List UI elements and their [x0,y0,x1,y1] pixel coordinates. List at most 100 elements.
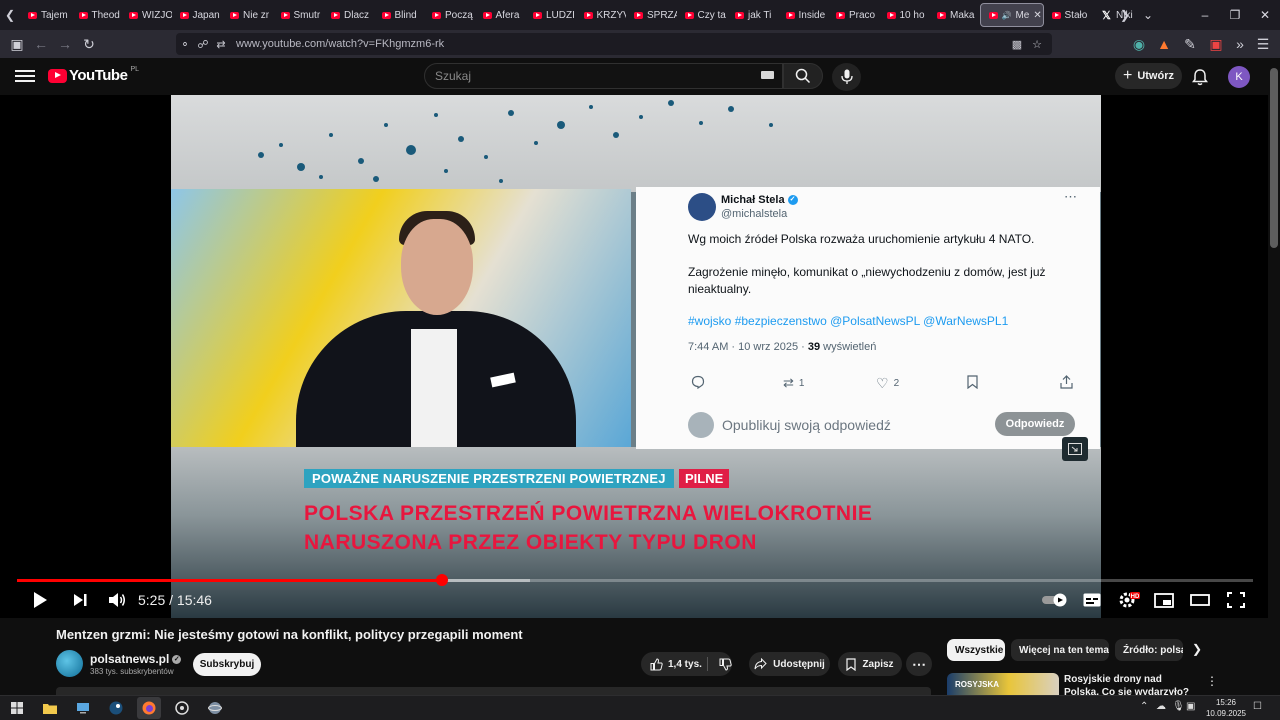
browser-tab[interactable]: Maka [929,3,980,27]
reload-button[interactable]: ↻ [78,33,100,55]
browser-tab[interactable]: 10 ho [879,3,930,27]
audio-playing-icon[interactable]: 🔊 [1002,11,1012,20]
browser-tab[interactable]: WIZJO [121,3,172,27]
more-actions-button[interactable]: ⋯ [906,652,932,676]
tabs-scroll-right-icon[interactable]: ❯ [1115,0,1135,30]
channel-avatar[interactable] [56,650,83,677]
progress-bar[interactable] [17,574,1253,586]
subscribe-button[interactable]: Subskrybuj [193,653,261,676]
youtube-play-logo-icon [48,68,67,83]
share-button[interactable]: Udostępnij [749,652,830,676]
browser-tab[interactable]: Blind [374,3,425,27]
sidebar-toggle-icon[interactable]: ▣ [6,33,28,55]
recommended-title[interactable]: Rosyjskie drony nad Polską. Co się wydar… [1064,673,1199,695]
mute-button[interactable] [104,588,130,612]
extension-badge-icon[interactable]: ▣ [1205,33,1227,55]
browser-tab[interactable]: Theod [71,3,122,27]
video-player[interactable]: Michał Stela ✓ @michalstela ⋯ Wg moich źr… [0,95,1268,618]
computer-app-icon[interactable] [71,697,95,719]
close-window-button[interactable]: ✕ [1250,0,1280,30]
theater-mode-button[interactable] [1187,588,1213,612]
notifications-icon[interactable]: ☐ [1253,701,1262,712]
browser-tab[interactable]: Praco [828,3,879,27]
tray-overflow-icon[interactable]: ⌃ [1140,701,1148,712]
tabs-scroll-left-icon[interactable]: ❮ [0,0,20,30]
forward-button[interactable]: → [54,33,76,55]
fullscreen-button[interactable] [1223,588,1249,612]
browser-tab[interactable]: KRZYV [576,3,626,27]
permissions-icon[interactable]: ⇄ [212,38,230,51]
browser-tab[interactable]: Począ [424,3,475,27]
youtube-logo[interactable]: YouTube PL [48,66,139,84]
extension-fox-icon[interactable]: ▲ [1153,33,1175,55]
browser-tab[interactable]: Inside [778,3,829,27]
extension-shield-icon[interactable]: ◉ [1128,33,1150,55]
save-button[interactable]: Zapisz [838,652,902,676]
browser-tab[interactable]: Dlacz [323,3,374,27]
network-icon[interactable]: ▣ [1186,701,1195,712]
shield-icon[interactable]: ⚬ [176,38,194,51]
channel-name-row[interactable]: polsatnews.pl ✓ [90,652,182,666]
lock-icon[interactable]: ☍ [194,38,212,51]
close-tab-icon[interactable]: ✕ [1033,10,1041,21]
minimize-window-button[interactable]: – [1190,0,1220,30]
browser-tab[interactable]: Japan [172,3,223,27]
chips-next-icon[interactable]: ❯ [1192,642,1202,656]
browser-tab[interactable]: SPRZA [626,3,677,27]
url-text[interactable]: www.youtube.com/watch?v=FKhgmzm6-rk [236,38,444,50]
create-button[interactable]: + Utwórz [1115,63,1182,89]
browser-tab[interactable]: LUDZI [525,3,576,27]
steam-icon[interactable] [104,697,128,719]
notifications-bell-icon[interactable] [1190,67,1210,87]
scrollbar-thumb[interactable] [1270,68,1278,248]
description-box[interactable] [56,687,931,695]
globe-app-icon[interactable] [203,697,227,719]
settings-button[interactable]: HD [1116,588,1142,612]
extensions-puzzle-icon[interactable]: ✎ [1179,33,1201,55]
guide-menu-icon[interactable] [15,67,35,87]
clock[interactable]: 15:26 10.09.2025 [1196,697,1256,719]
search-input[interactable]: Szukaj [424,63,783,89]
expand-overlay-icon[interactable] [1062,437,1088,461]
browser-tab[interactable]: Stało [1044,3,1095,27]
back-button[interactable]: ← [30,33,52,55]
browser-tab[interactable]: 🔊 Me ✕ [979,3,1044,27]
video-frame[interactable]: Michał Stela ✓ @michalstela ⋯ Wg moich źr… [171,95,1101,618]
start-button[interactable] [5,697,29,719]
play-button[interactable] [28,588,52,612]
file-explorer-icon[interactable] [38,697,62,719]
dislike-button[interactable] [719,658,732,671]
obs-icon[interactable] [170,697,194,719]
browser-tab[interactable]: Smutr [273,3,324,27]
onedrive-icon[interactable]: ☁ [1156,701,1166,712]
subtitles-button[interactable] [1080,588,1104,612]
microphone-tray-icon[interactable]: 🎙 [1172,701,1185,712]
list-all-tabs-icon[interactable]: ⌄ [1133,0,1163,30]
overflow-menu-icon[interactable]: » [1229,33,1251,55]
picture-in-picture-icon[interactable]: ▩ [1008,38,1026,51]
chip-all[interactable]: Wszystkie [947,639,1005,661]
voice-search-button[interactable] [832,63,861,91]
keyboard-icon[interactable] [761,71,774,79]
browser-tab[interactable]: Nie zr [222,3,273,27]
address-bar[interactable]: ⚬ ☍ ⇄ www.youtube.com/watch?v=FKhgmzm6-r… [176,33,1052,55]
chip-source[interactable]: Źródło: polsa [1115,639,1183,661]
recommended-more-icon[interactable]: ⋮ [1206,674,1218,688]
autoplay-toggle[interactable] [1040,588,1070,612]
page-scrollbar[interactable] [1268,58,1280,695]
channel-name[interactable]: polsatnews.pl [90,652,169,666]
chip-related[interactable]: Więcej na ten temat [1011,639,1109,661]
like-button[interactable]: 1,4 tys. [650,657,702,671]
browser-tab[interactable]: Tajem [20,3,71,27]
miniplayer-button[interactable] [1151,588,1177,612]
account-avatar[interactable]: K [1228,66,1250,88]
browser-tab[interactable]: Czy ta [677,3,728,27]
app-menu-icon[interactable]: ☰ [1252,33,1274,55]
firefox-icon[interactable] [137,697,161,719]
search-button[interactable] [783,63,823,89]
browser-tab[interactable]: Afera [475,3,526,27]
restore-window-button[interactable]: ❐ [1220,0,1250,30]
next-video-button[interactable] [68,588,92,612]
bookmark-star-icon[interactable]: ☆ [1028,38,1046,51]
browser-tab[interactable]: jak Ti [727,3,778,27]
